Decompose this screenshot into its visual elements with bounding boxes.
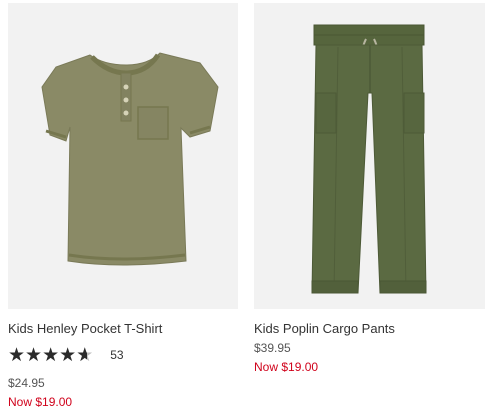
original-price: $24.95: [8, 376, 45, 390]
product-rating: ★ ★ ★ ★ ★ ★ 53: [8, 344, 238, 366]
original-price: $39.95: [254, 341, 291, 355]
product-name[interactable]: Kids Henley Pocket T-Shirt: [8, 321, 238, 337]
review-count[interactable]: 53: [110, 348, 123, 362]
cargo-pants-image: [311, 24, 427, 294]
star-half-icon: ★ ★: [76, 344, 94, 366]
sale-price: Now $19.00: [254, 360, 319, 374]
rating-stars: ★ ★ ★ ★ ★ ★: [8, 344, 94, 366]
henley-tshirt-image: [41, 52, 219, 266]
product-card[interactable]: Kids Poplin Cargo Pants $39.95 Now $19.0…: [254, 0, 485, 375]
sale-price: Now $19.00: [8, 395, 73, 407]
product-image[interactable]: [254, 3, 485, 309]
product-grid: Kids Henley Pocket T-Shirt ★ ★ ★ ★ ★ ★ 53…: [0, 0, 487, 407]
star-full-icon: ★: [8, 344, 26, 366]
star-full-icon: ★: [59, 344, 77, 366]
star-full-icon: ★: [25, 344, 43, 366]
product-name[interactable]: Kids Poplin Cargo Pants: [254, 321, 485, 337]
star-full-icon: ★: [42, 344, 60, 366]
product-card[interactable]: Kids Henley Pocket T-Shirt ★ ★ ★ ★ ★ ★ 53…: [8, 0, 238, 407]
product-image[interactable]: [8, 3, 238, 309]
